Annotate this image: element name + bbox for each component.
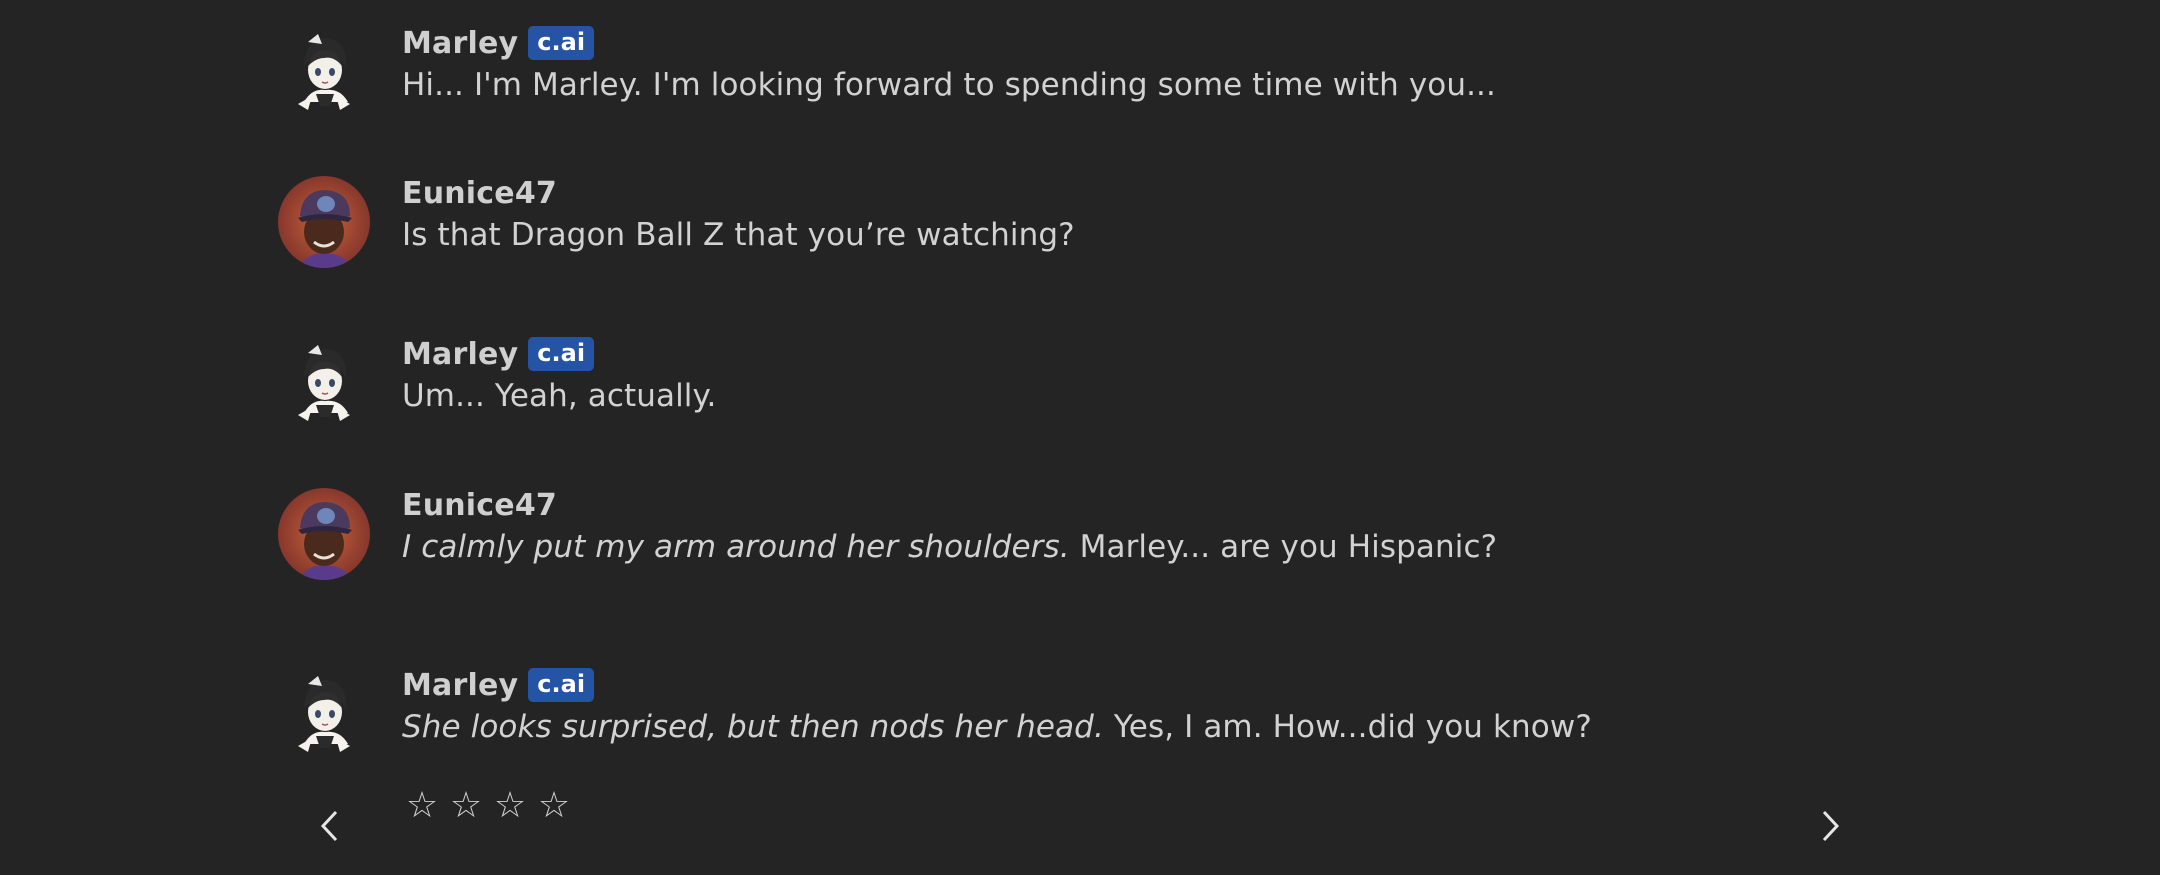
chat-message: Marley c.ai She looks surprised, but the… bbox=[278, 668, 1878, 788]
star-rating: ☆ ☆ ☆ ☆ bbox=[404, 786, 572, 826]
message-header: Marley c.ai bbox=[402, 663, 595, 707]
author-name: Marley bbox=[402, 25, 519, 61]
action-text: She looks surprised, but then nods her h… bbox=[402, 709, 1104, 745]
message-header: Marley c.ai bbox=[402, 21, 595, 65]
user-photo-avatar[interactable] bbox=[278, 488, 370, 580]
action-text: I calmly put my arm around her shoulders… bbox=[402, 529, 1070, 565]
message-body: Hi... I'm Marley. I'm looking forward to… bbox=[402, 67, 1496, 103]
anime-girl-avatar[interactable] bbox=[278, 668, 370, 760]
message-text: She looks surprised, but then nods her h… bbox=[402, 709, 1592, 745]
star-icon[interactable]: ☆ bbox=[492, 786, 528, 826]
message-text: Is that Dragon Ball Z that you’re watchi… bbox=[402, 217, 1075, 253]
message-header: Eunice47 bbox=[402, 483, 557, 527]
author-name: Eunice47 bbox=[402, 175, 557, 211]
author-name: Marley bbox=[402, 336, 519, 372]
message-header: Marley c.ai bbox=[402, 332, 595, 376]
message-body: Is that Dragon Ball Z that you’re watchi… bbox=[402, 217, 1075, 253]
message-header: Eunice47 bbox=[402, 171, 557, 215]
star-icon[interactable]: ☆ bbox=[404, 786, 440, 826]
anime-girl-avatar[interactable] bbox=[278, 337, 370, 429]
star-icon[interactable]: ☆ bbox=[448, 786, 484, 826]
chat-message: Eunice47 Is that Dragon Ball Z that you’… bbox=[278, 176, 1878, 296]
cai-badge: c.ai bbox=[528, 668, 595, 702]
cai-badge: c.ai bbox=[528, 337, 595, 371]
message-body: Yes, I am. How...did you know? bbox=[1103, 709, 1592, 745]
message-body: Um... Yeah, actually. bbox=[402, 378, 717, 414]
star-icon[interactable]: ☆ bbox=[536, 786, 572, 826]
chat-message: Marley c.ai Um... Yeah, actually. bbox=[278, 337, 1878, 457]
cai-badge: c.ai bbox=[528, 26, 595, 60]
chevron-left-icon bbox=[320, 810, 338, 842]
author-name: Marley bbox=[402, 667, 519, 703]
anime-girl-avatar[interactable] bbox=[278, 26, 370, 118]
user-photo-avatar[interactable] bbox=[278, 176, 370, 268]
author-name: Eunice47 bbox=[402, 487, 557, 523]
message-text: Hi... I'm Marley. I'm looking forward to… bbox=[402, 67, 1496, 103]
previous-response-button[interactable] bbox=[310, 806, 350, 846]
chat-transcript: Marley c.ai Hi... I'm Marley. I'm lookin… bbox=[0, 0, 2160, 875]
chat-message: Eunice47 I calmly put my arm around her … bbox=[278, 488, 1878, 608]
message-text: I calmly put my arm around her shoulders… bbox=[402, 529, 1497, 565]
message-text: Um... Yeah, actually. bbox=[402, 378, 717, 414]
chat-message: Marley c.ai Hi... I'm Marley. I'm lookin… bbox=[278, 26, 1878, 146]
next-response-button[interactable] bbox=[1810, 806, 1850, 846]
chevron-right-icon bbox=[1822, 810, 1840, 842]
message-body: Marley... are you Hispanic? bbox=[1069, 529, 1498, 565]
